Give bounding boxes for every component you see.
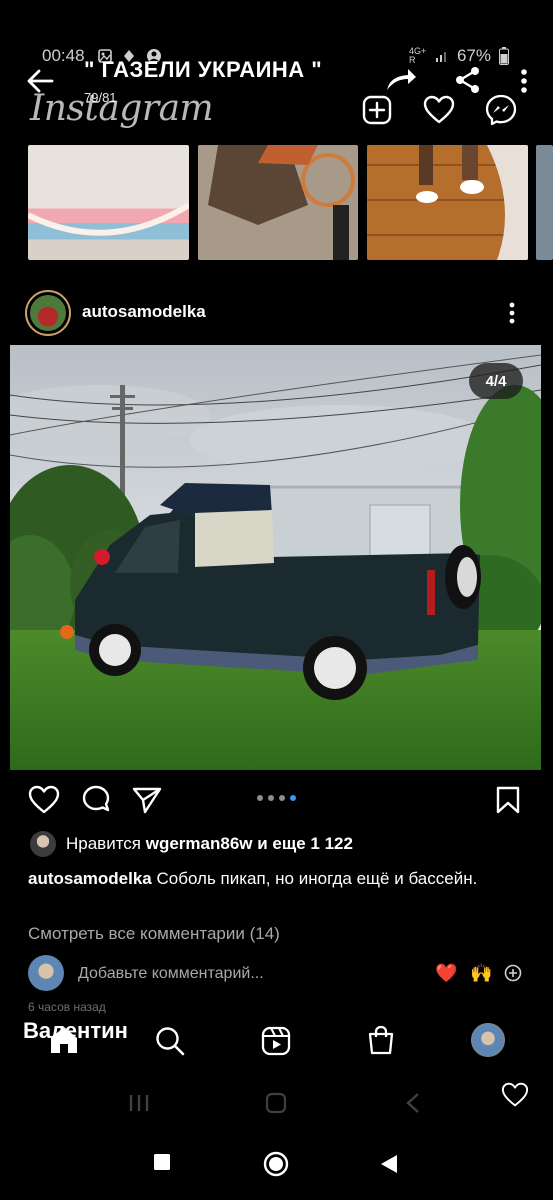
signal-icon [435, 49, 449, 63]
post-caption: autosamodelka Соболь пикап, но иногда ещ… [28, 866, 508, 891]
more-options-icon[interactable] [520, 68, 528, 94]
comment-icon[interactable] [80, 785, 112, 815]
likes-username[interactable]: wgerman86w [146, 834, 253, 853]
carousel-thumbnail[interactable] [367, 145, 528, 260]
post-options-icon[interactable] [508, 301, 516, 325]
view-all-comments-link[interactable]: Смотреть все комментарии (14) [28, 924, 280, 944]
faded-home-icon [265, 1092, 287, 1114]
activity-heart-icon[interactable] [423, 95, 455, 125]
likes-line[interactable]: Нравится wgerman86w и еще 1 122 [66, 834, 353, 854]
current-user-avatar [28, 955, 64, 991]
overlay-contact-name: Валентин [23, 1018, 128, 1043]
nav-reels-icon[interactable] [261, 1026, 291, 1056]
network-indicator: 4G+ R [408, 46, 427, 65]
quick-reaction-heart[interactable]: ❤️ [435, 963, 457, 984]
forward-icon[interactable] [384, 66, 418, 92]
liker-avatar[interactable] [30, 831, 56, 857]
carousel-dots [257, 795, 296, 801]
share-icon[interactable] [455, 66, 481, 94]
carousel-thumbnail[interactable] [536, 145, 553, 260]
like-heart-icon[interactable] [28, 785, 60, 815]
new-post-icon[interactable] [362, 95, 392, 125]
caption-username[interactable]: autosamodelka [28, 869, 152, 888]
likes-count[interactable]: и еще 1 122 [257, 834, 353, 853]
nav-search-icon[interactable] [155, 1026, 185, 1056]
system-back-button[interactable] [380, 1154, 398, 1174]
quick-reaction-hands[interactable]: 🙌 [470, 963, 492, 984]
floating-heart-icon[interactable] [500, 1082, 530, 1108]
post-author-avatar[interactable] [25, 290, 71, 336]
nav-profile-avatar[interactable] [471, 1023, 505, 1057]
post-username[interactable]: autosamodelka [82, 302, 206, 322]
post-photo[interactable] [10, 345, 541, 770]
share-post-icon[interactable] [132, 786, 162, 814]
nav-shop-icon[interactable] [367, 1025, 395, 1055]
post-time: 6 часов назад [28, 1000, 106, 1014]
system-home-button[interactable] [263, 1151, 289, 1177]
faded-recents-icon [128, 1093, 150, 1113]
carousel-thumbnail[interactable] [28, 145, 189, 260]
add-reaction-icon[interactable] [504, 964, 522, 982]
faded-back-icon [405, 1092, 421, 1114]
carousel-thumbnail[interactable] [198, 145, 358, 260]
messenger-icon[interactable] [485, 94, 517, 126]
status-time: 00:48 [42, 46, 85, 65]
instagram-logo: Instagram [30, 88, 214, 129]
comment-input[interactable]: Добавьте комментарий... [78, 965, 264, 983]
battery-icon [499, 47, 509, 65]
save-bookmark-icon[interactable] [496, 786, 520, 814]
caption-text: Соболь пикап, но иногда ещё и бассейн. [156, 869, 478, 888]
album-title: " ГАЗЕЛИ УКРАИНА " [84, 57, 323, 82]
system-recents-button[interactable] [153, 1153, 171, 1171]
battery-percent: 67% [456, 46, 491, 65]
likes-prefix: Нравится [66, 834, 142, 853]
carousel-page-indicator: 4/4 [469, 363, 523, 399]
